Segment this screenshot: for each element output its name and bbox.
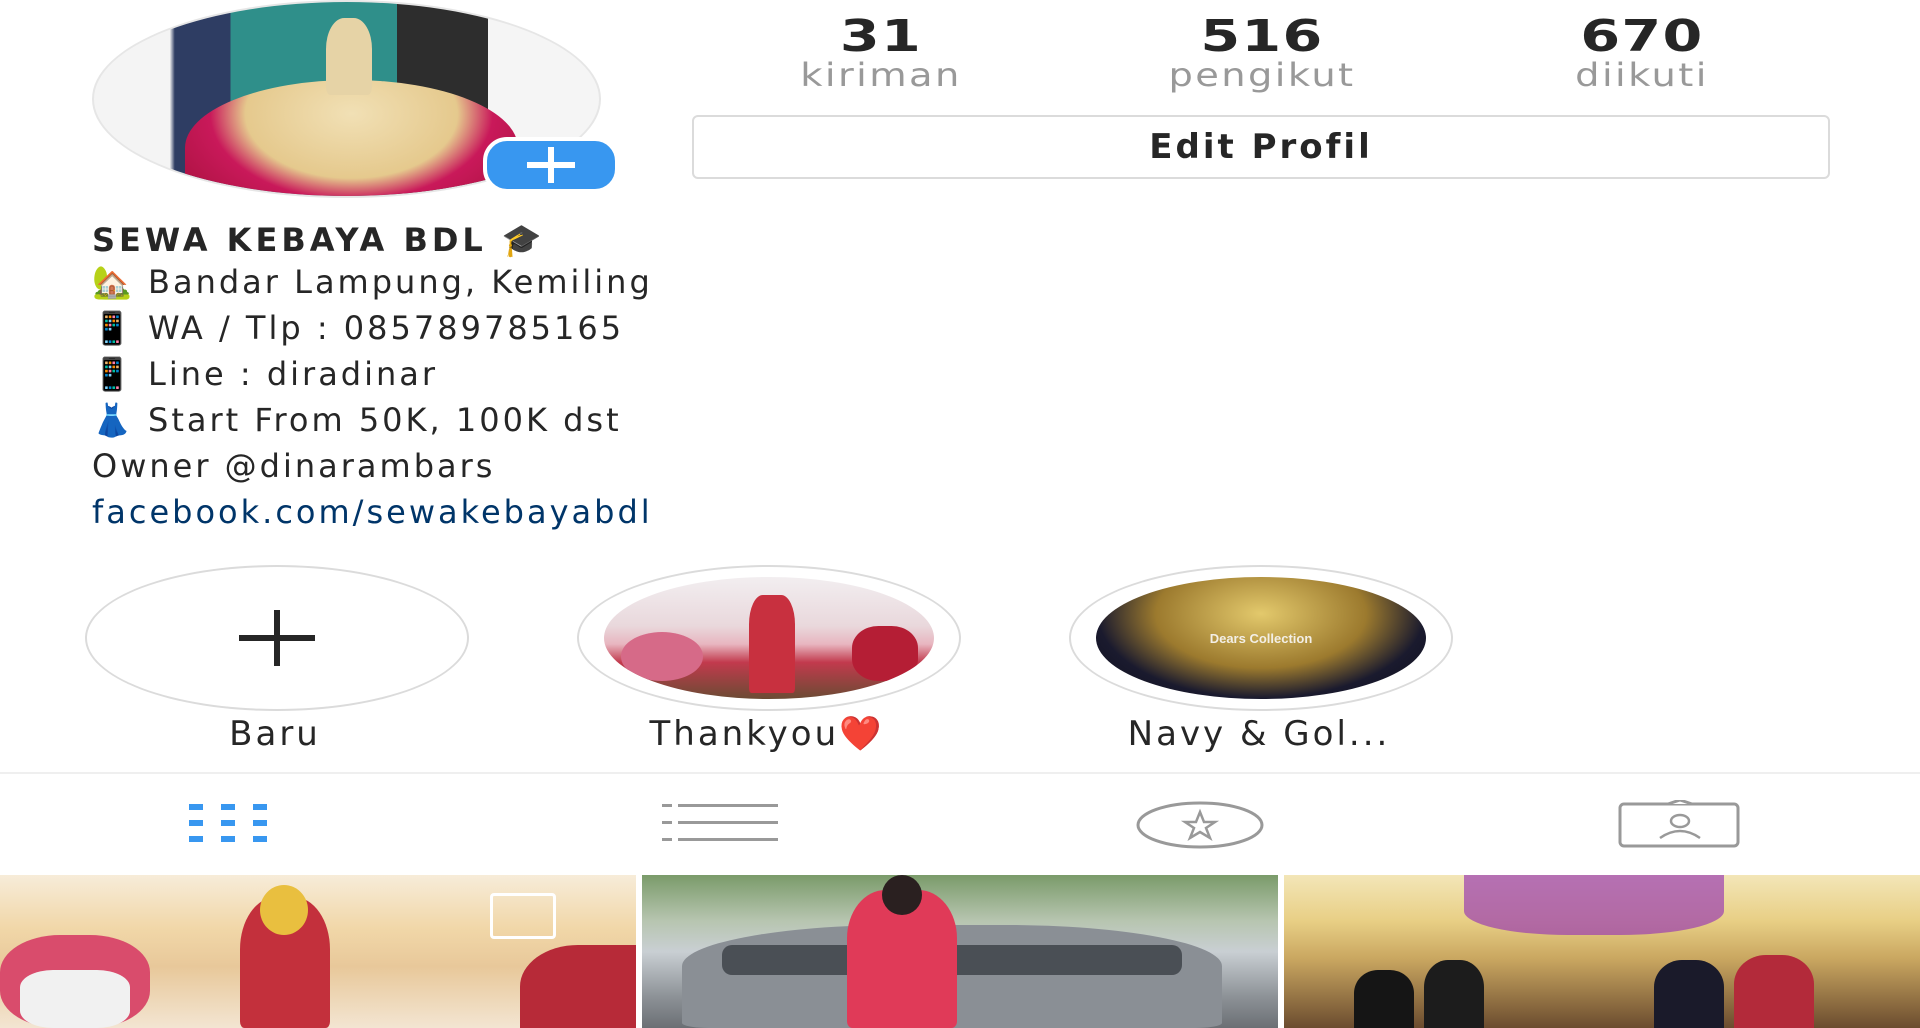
grid-icon xyxy=(189,804,267,842)
highlight-thankyou-circle xyxy=(577,565,961,711)
highlight-navy-gold-circle: Dears Collection xyxy=(1069,565,1453,711)
bio-line-id: 📱 Line : diradinar xyxy=(92,355,439,393)
bio-phone: 📱 WA / Tlp : 085789785165 xyxy=(92,309,625,347)
following-label: diikuti xyxy=(1575,56,1709,94)
plus-icon xyxy=(239,610,315,666)
highlight-cover-text: Dears Collection xyxy=(1209,630,1313,646)
add-story-button[interactable] xyxy=(483,137,619,193)
edit-profile-button[interactable]: Edit Profil xyxy=(692,115,1830,179)
tab-list[interactable] xyxy=(660,800,780,846)
plus-icon xyxy=(527,147,575,183)
highlight-navy-gold-label: Navy & Gol... xyxy=(1127,714,1391,754)
highlight-new-circle xyxy=(85,565,469,711)
highlight-new[interactable] xyxy=(85,565,469,711)
stat-posts[interactable]: 31 kiriman xyxy=(761,14,1001,92)
highlight-thankyou-cover xyxy=(604,577,934,699)
posts-count: 31 xyxy=(839,11,923,62)
stat-following[interactable]: 670 diikuti xyxy=(1522,14,1762,92)
bio-owner: Owner @dinarambars xyxy=(92,447,496,485)
tab-saved[interactable] xyxy=(1135,800,1265,850)
saved-icon xyxy=(1136,801,1264,849)
followers-label: pengikut xyxy=(1168,56,1356,94)
highlight-thankyou[interactable] xyxy=(577,565,961,711)
highlight-new-label: Baru xyxy=(229,714,321,754)
profile-name: SEWA KEBAYA BDL 🎓 xyxy=(92,221,546,259)
avatar-photo-bodice xyxy=(326,17,372,96)
tab-tagged[interactable] xyxy=(1618,798,1742,850)
highlight-navy-gold[interactable]: Dears Collection xyxy=(1069,565,1453,711)
highlight-thankyou-label: Thankyou❤️ xyxy=(649,714,885,754)
bio-price: 👗 Start From 50K, 100K dst xyxy=(92,401,622,439)
bio-location: 🏡 Bandar Lampung, Kemiling xyxy=(92,263,653,301)
tab-grid[interactable] xyxy=(181,800,301,846)
posts-label: kiriman xyxy=(800,56,962,94)
stat-followers[interactable]: 516 pengikut xyxy=(1142,14,1382,92)
grid-post[interactable] xyxy=(0,875,636,1028)
followers-count: 516 xyxy=(1200,11,1324,62)
list-icon xyxy=(662,804,778,841)
grid-post[interactable] xyxy=(642,875,1278,1028)
bio-link[interactable]: facebook.com/sewakebayabdl xyxy=(92,492,653,532)
following-count: 670 xyxy=(1580,11,1704,62)
avatar-photo-gown xyxy=(184,79,519,196)
highlight-navy-gold-cover: Dears Collection xyxy=(1096,577,1426,699)
divider xyxy=(0,772,1920,774)
grid-post[interactable] xyxy=(1284,875,1920,1028)
tagged-icon xyxy=(1618,798,1740,848)
